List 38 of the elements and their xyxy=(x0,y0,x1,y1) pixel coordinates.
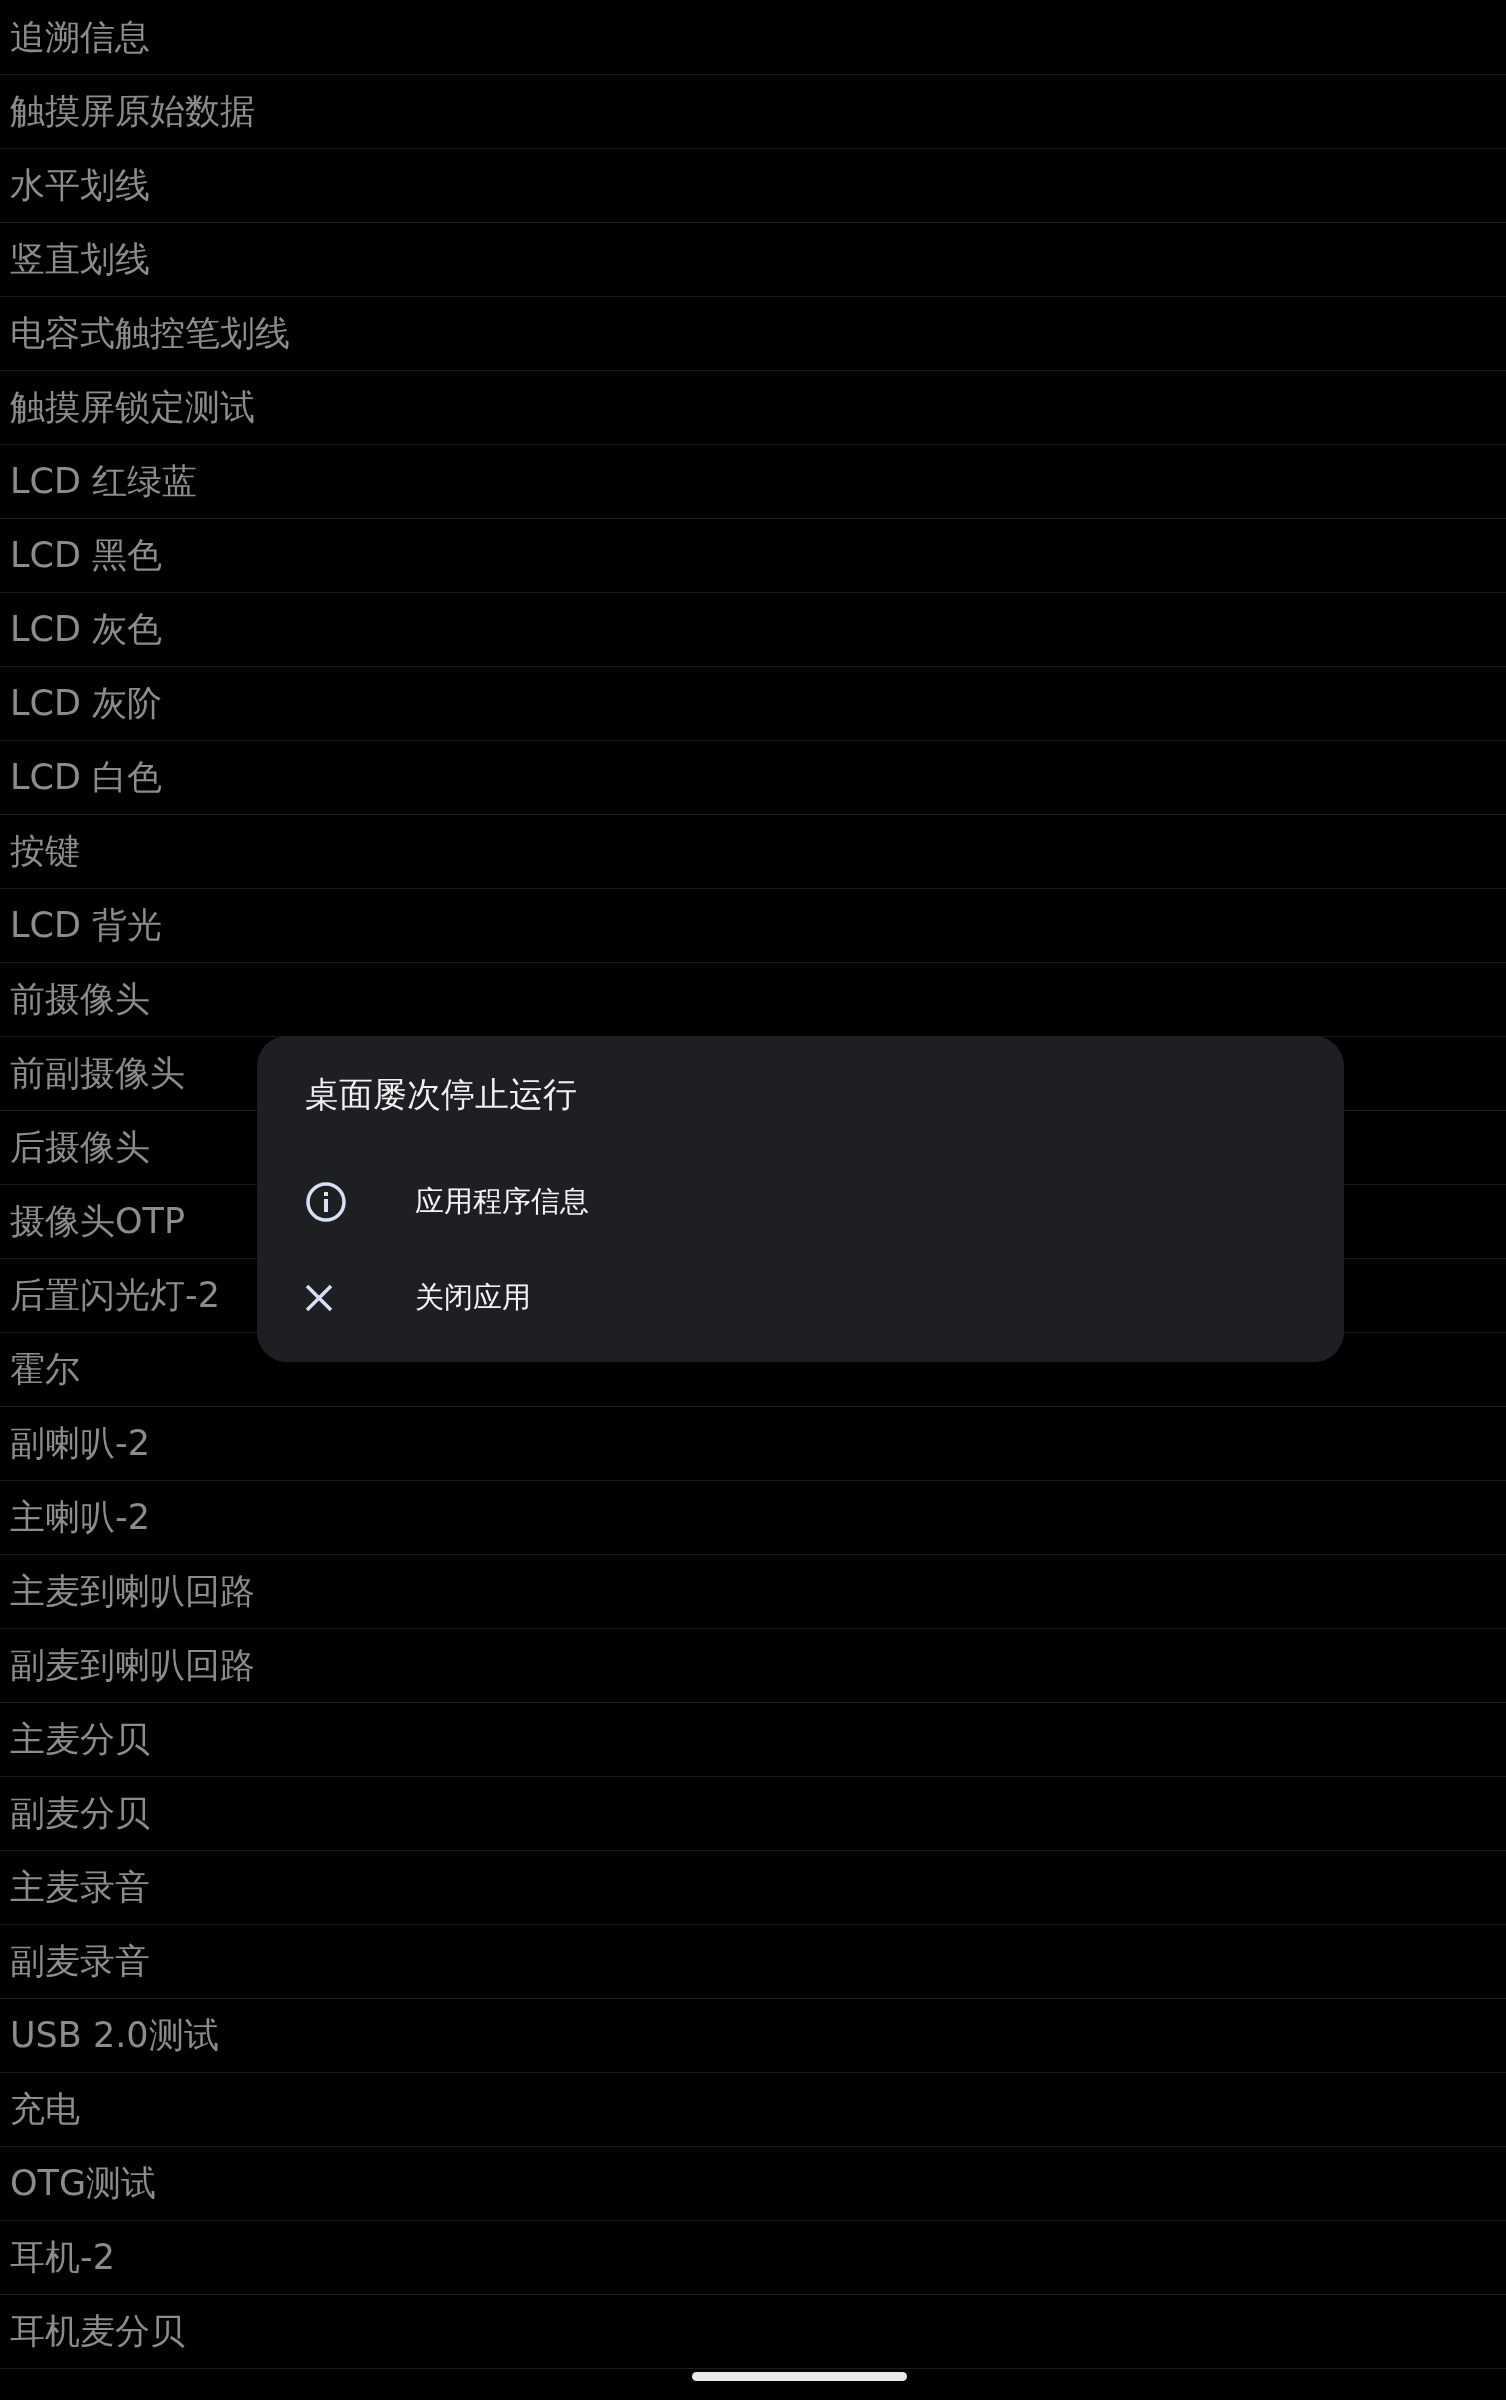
list-item[interactable]: LCD 灰色 xyxy=(10,606,162,653)
list-item[interactable]: 前副摄像头 xyxy=(10,1050,185,1097)
list-item[interactable]: LCD 灰阶 xyxy=(10,680,162,727)
list-item[interactable]: 耳机-2 xyxy=(10,2234,115,2281)
list-item[interactable]: 耳机麦分贝 xyxy=(10,2308,185,2355)
list-item[interactable]: 副麦分贝 xyxy=(10,1790,150,1837)
list-item[interactable]: 追溯信息 xyxy=(10,14,150,61)
list-item[interactable]: 主喇叭-2 xyxy=(10,1494,150,1541)
list-item[interactable]: LCD 红绿蓝 xyxy=(10,458,197,505)
list-item[interactable]: 主麦到喇叭回路 xyxy=(10,1568,255,1615)
list-item[interactable]: 电容式触控笔划线 xyxy=(10,310,290,357)
list-item[interactable]: 后置闪光灯-2 xyxy=(10,1272,220,1319)
list-item[interactable]: LCD 黑色 xyxy=(10,532,162,579)
list-item[interactable]: 触摸屏锁定测试 xyxy=(10,384,255,431)
list-item[interactable]: 霍尔 xyxy=(10,1346,80,1393)
list-item[interactable]: USB 2.0测试 xyxy=(10,2012,219,2059)
info-icon xyxy=(305,1181,347,1223)
list-item[interactable]: 充电 xyxy=(10,2086,80,2133)
close-icon xyxy=(305,1284,333,1312)
list-item[interactable]: LCD 白色 xyxy=(10,754,162,801)
list-item[interactable]: 副麦录音 xyxy=(10,1938,150,1985)
list-item[interactable]: 副喇叭-2 xyxy=(10,1420,150,1467)
list-item[interactable]: 触摸屏原始数据 xyxy=(10,88,255,135)
list-item[interactable]: 副麦到喇叭回路 xyxy=(10,1642,255,1689)
list-item[interactable]: 后摄像头 xyxy=(10,1124,150,1171)
list-item[interactable]: 水平划线 xyxy=(10,162,150,209)
list-item[interactable]: 主麦录音 xyxy=(10,1864,150,1911)
list-item[interactable]: 摄像头OTP xyxy=(10,1198,186,1245)
list-item[interactable]: 按键 xyxy=(10,828,80,875)
dialog-action[interactable]: 应用程序信息 xyxy=(415,1182,589,1222)
home-indicator[interactable] xyxy=(692,2372,907,2381)
list-item[interactable]: 竖直划线 xyxy=(10,236,150,283)
list-item[interactable]: OTG测试 xyxy=(10,2160,157,2207)
dialog-title: 桌面屡次停止运行 xyxy=(305,1073,578,1116)
list-item[interactable]: 主麦分贝 xyxy=(10,1716,150,1763)
list-item[interactable]: 前摄像头 xyxy=(10,976,150,1023)
dialog-action[interactable]: 关闭应用 xyxy=(415,1278,531,1318)
list-item[interactable]: LCD 背光 xyxy=(10,902,162,949)
